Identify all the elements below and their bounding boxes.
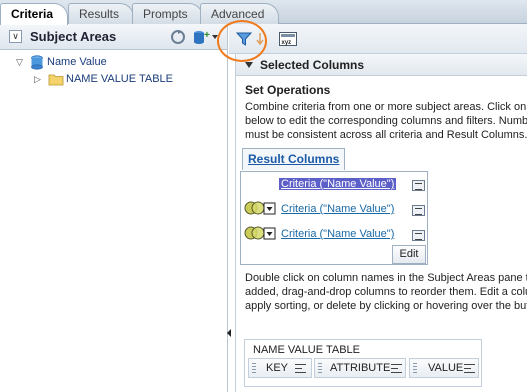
tree-item-label: Name Value xyxy=(47,56,107,68)
column-chip-label: KEY xyxy=(266,362,289,374)
tab-criteria[interactable]: Criteria xyxy=(0,3,69,25)
drag-handle-icon[interactable] xyxy=(318,363,322,374)
highlight-circle xyxy=(217,20,267,62)
help-text-line: added, drag-and-drop columns to reorder … xyxy=(245,286,527,298)
collapse-arrow-icon[interactable] xyxy=(245,62,253,68)
set-operation-icon[interactable] xyxy=(243,225,277,244)
selected-columns-header[interactable]: Selected Columns xyxy=(236,54,527,76)
help-text-line: apply sorting, or delete by clicking or … xyxy=(245,300,527,312)
tab-prompts-label: Prompts xyxy=(143,7,188,21)
svg-text:+: + xyxy=(204,30,210,41)
set-operations-desc-line: Combine criteria from one or more subjec… xyxy=(245,101,527,113)
row-menu-icon[interactable] xyxy=(412,230,425,241)
add-subject-area-icon[interactable]: + xyxy=(192,29,210,45)
column-chip-key[interactable]: KEY xyxy=(248,358,312,378)
criteria-link[interactable]: Criteria ("Name Value") xyxy=(281,203,394,215)
edit-button[interactable]: Edit xyxy=(392,245,426,264)
tab-results[interactable]: Results xyxy=(68,3,135,24)
help-text-line: Double click on column names in the Subj… xyxy=(245,272,527,284)
set-operations-desc-line: below to edit the corresponding columns … xyxy=(245,115,527,127)
drag-handle-icon[interactable] xyxy=(252,363,256,374)
set-operation-icon[interactable] xyxy=(243,200,277,219)
tab-bar: Criteria Results Prompts Advanced xyxy=(0,0,527,25)
set-operations-title: Set Operations xyxy=(245,83,331,97)
column-options-icon[interactable] xyxy=(464,364,475,373)
tab-prompts[interactable]: Prompts xyxy=(132,3,203,24)
criteria-link[interactable]: Criteria ("Name Value") xyxy=(281,228,394,240)
xyz-icon[interactable]: xyz xyxy=(279,31,297,47)
column-chip-label: VALUE xyxy=(428,362,464,374)
result-columns-tab[interactable]: Result Columns xyxy=(242,148,345,170)
tree-item-name-value[interactable]: ▽ Name Value xyxy=(0,54,228,71)
result-columns-label: Result Columns xyxy=(248,152,340,166)
column-chip-label: ATTRIBUTE xyxy=(330,362,391,374)
column-options-icon[interactable] xyxy=(295,364,306,373)
tree-item-label: NAME VALUE TABLE xyxy=(66,73,173,85)
column-chip-value[interactable]: VALUE xyxy=(409,358,479,378)
column-chip-attribute[interactable]: ATTRIBUTE xyxy=(314,358,406,378)
column-options-icon[interactable] xyxy=(391,364,402,373)
row-menu-icon[interactable] xyxy=(412,180,425,191)
table-title: NAME VALUE TABLE xyxy=(253,344,360,356)
subject-areas-title: Subject Areas xyxy=(30,29,117,44)
subject-areas-panel: ∨ Subject Areas + ▽ Name Value ▷ NAME VA… xyxy=(0,24,228,392)
set-operations-desc-line: must be consistent across all criteria a… xyxy=(245,129,527,141)
subject-area-tree: ▽ Name Value ▷ NAME VALUE TABLE xyxy=(0,54,228,88)
criteria-link[interactable]: Criteria ("Name Value") xyxy=(279,178,397,190)
selected-columns-title: Selected Columns xyxy=(260,58,365,72)
expand-toggle-icon[interactable]: ▽ xyxy=(16,54,23,71)
folder-icon xyxy=(48,73,64,92)
expand-toggle-icon[interactable]: ▷ xyxy=(34,71,41,88)
tree-item-name-value-table[interactable]: ▷ NAME VALUE TABLE xyxy=(0,71,228,88)
subject-areas-header: ∨ Subject Areas + xyxy=(0,24,227,50)
refresh-icon[interactable] xyxy=(170,29,186,45)
drag-handle-icon[interactable] xyxy=(413,363,417,374)
row-menu-icon[interactable] xyxy=(412,205,425,216)
collapse-button[interactable]: ∨ xyxy=(9,30,22,43)
tab-results-label: Results xyxy=(79,7,120,21)
tab-criteria-label: Criteria xyxy=(11,7,54,21)
panel-splitter[interactable] xyxy=(226,322,233,344)
svg-text:xyz: xyz xyxy=(282,40,292,46)
tab-advanced-label: Advanced xyxy=(211,7,265,21)
criteria-toolbar: xyz xyxy=(229,24,527,54)
